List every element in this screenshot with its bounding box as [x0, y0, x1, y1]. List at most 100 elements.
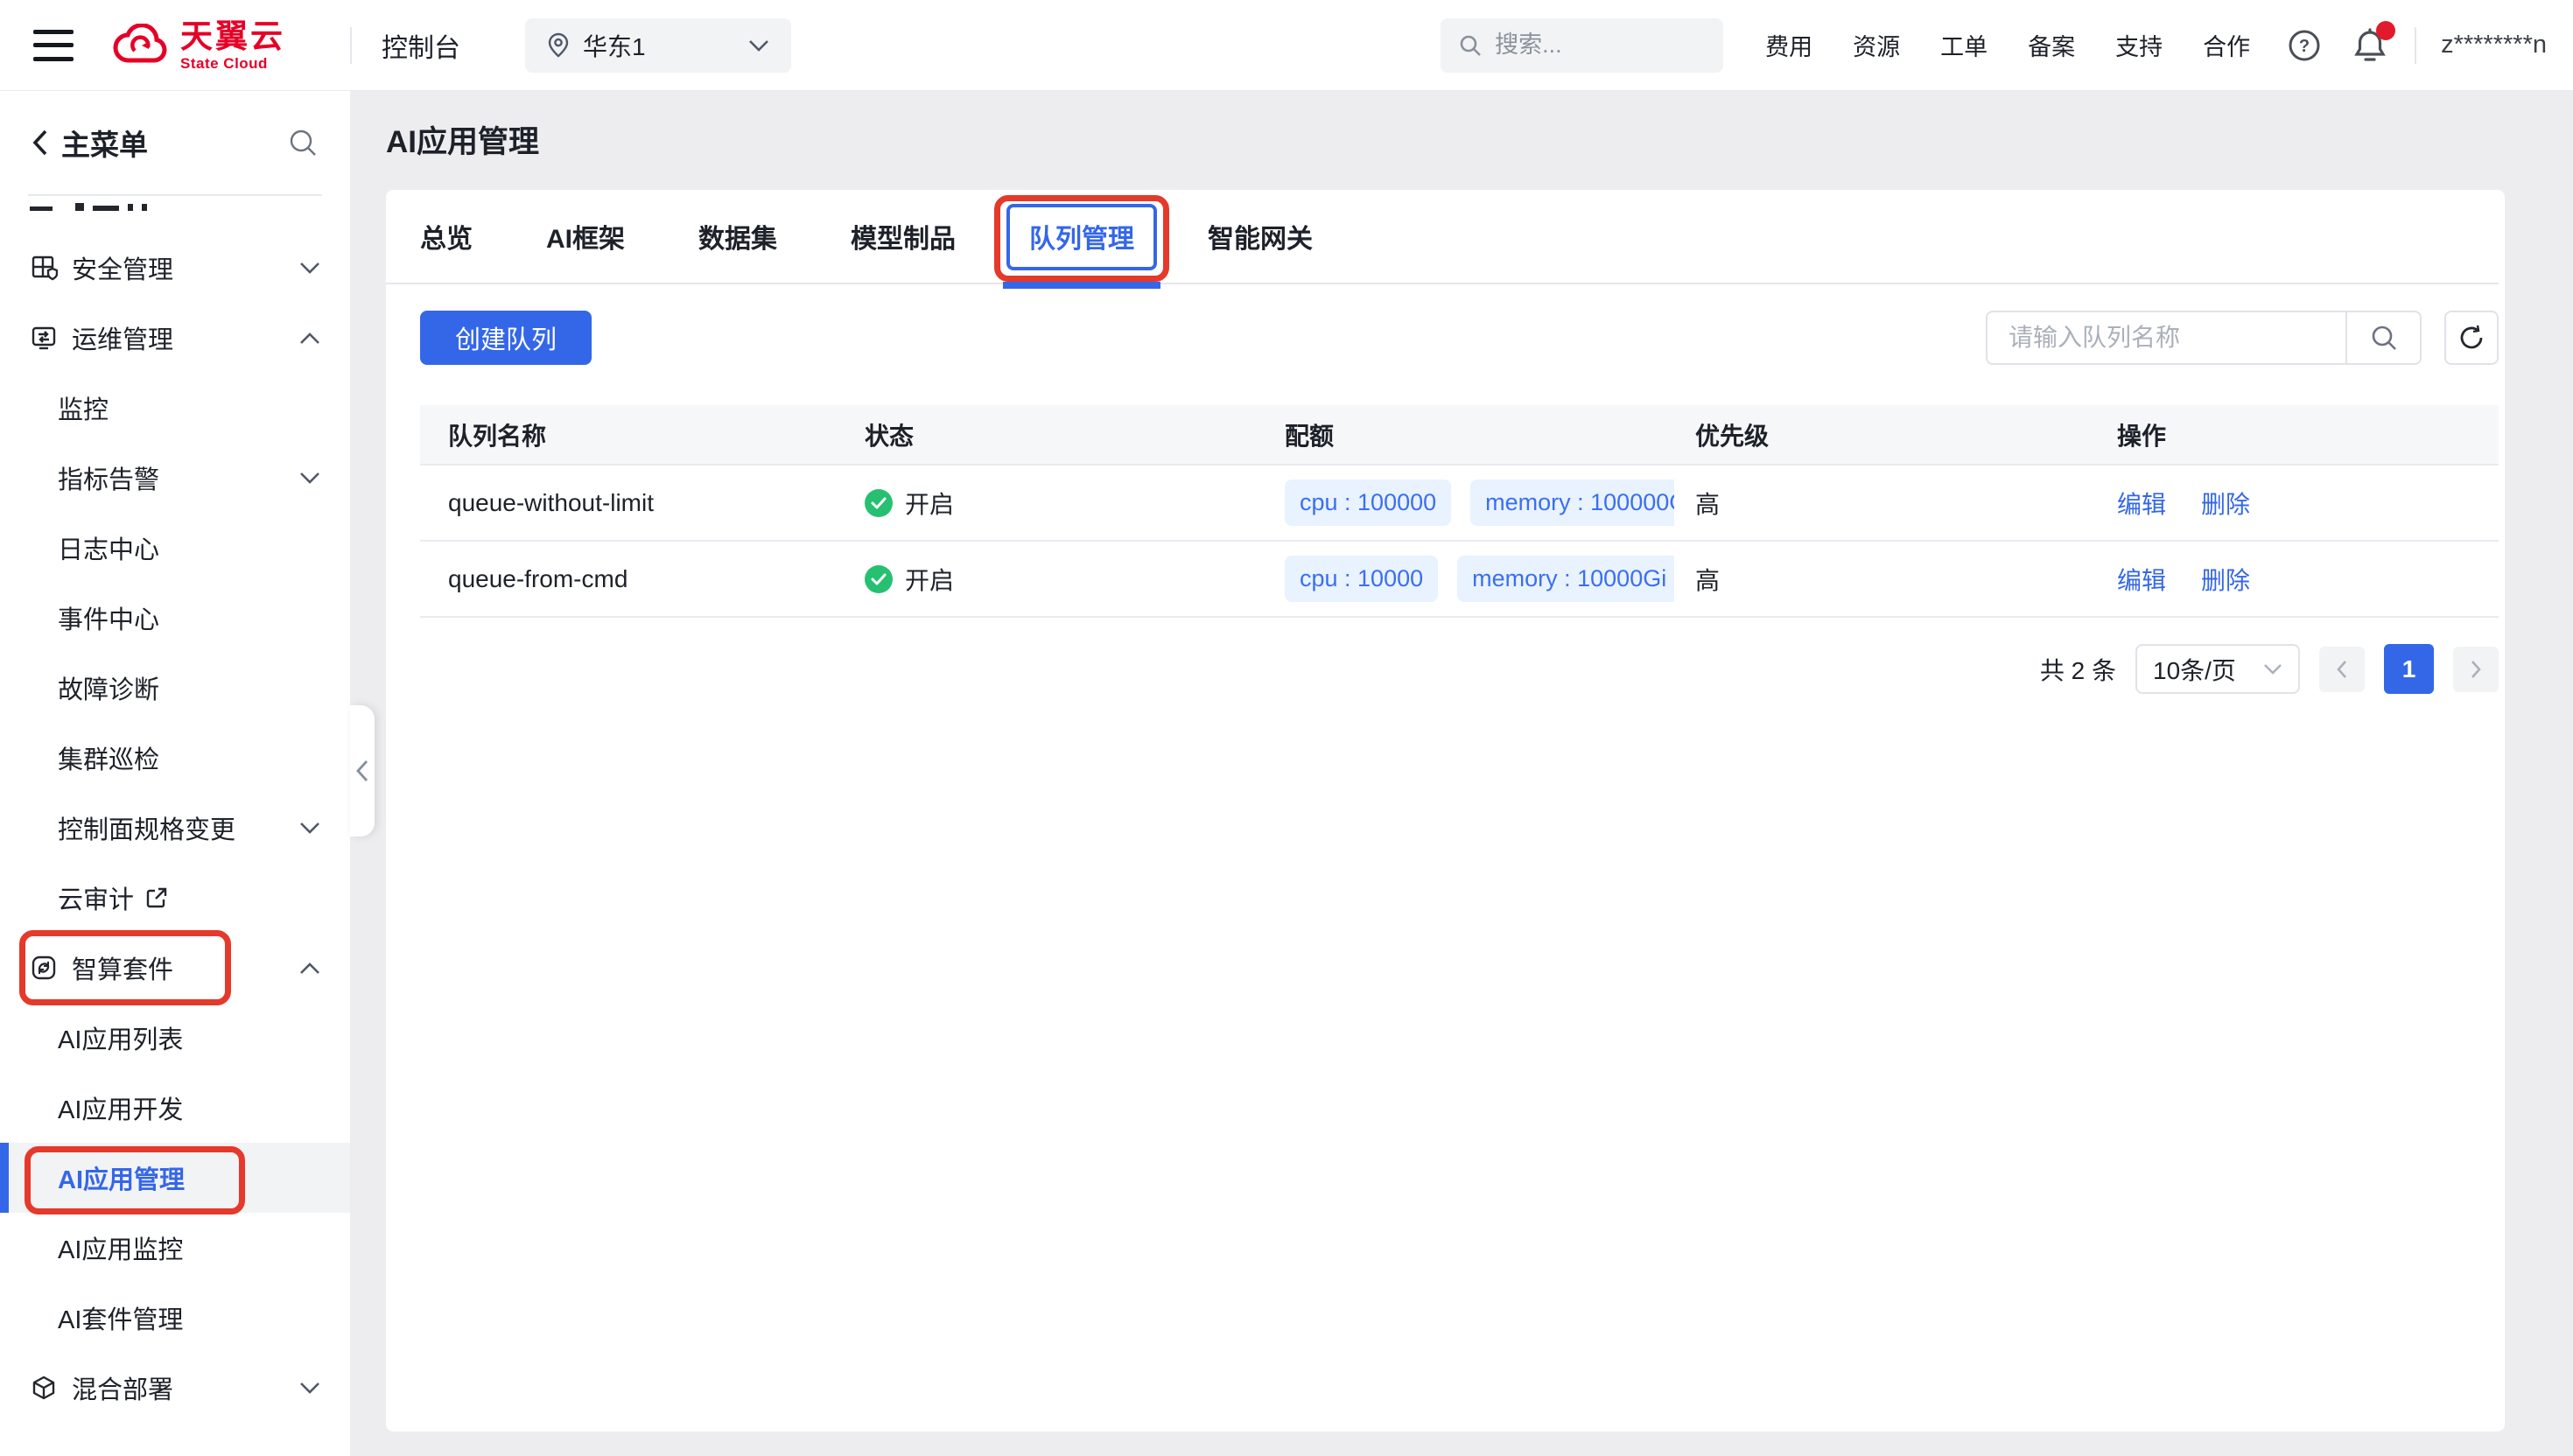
topbar-nav: 费用 资源 工单 备案 支持 合作 — [1765, 28, 2250, 62]
cube-icon — [30, 1374, 58, 1402]
help-icon[interactable]: ? — [2287, 28, 2322, 63]
sidebar-item-hybrid-deployment[interactable]: 混合部署 — [0, 1353, 350, 1423]
memory-quota-chip: memory : 10000Gi — [1457, 556, 1674, 602]
col-header-status: 状态 — [865, 417, 1285, 452]
refresh-button[interactable] — [2444, 311, 2499, 365]
delete-link[interactable]: 删除 — [2201, 562, 2250, 597]
console-link[interactable]: 控制台 — [382, 26, 460, 65]
tab-overview[interactable]: 总览 — [420, 190, 473, 283]
chevron-up-icon — [299, 962, 320, 975]
sidebar-item-metric-alerts[interactable]: 指标告警 — [0, 443, 350, 513]
queue-search-input[interactable] — [1988, 324, 2345, 352]
search-button[interactable] — [2345, 312, 2420, 363]
tab-smart-gateway[interactable]: 智能网关 — [1208, 190, 1313, 283]
location-pin-icon — [546, 32, 571, 59]
delete-link[interactable]: 删除 — [2201, 486, 2250, 521]
col-header-priority: 优先级 — [1695, 417, 2117, 452]
main-content: AI应用管理 总览 AI框架 数据集 模型制品 队列管理 智能网关 创建队列 — [350, 91, 2573, 1456]
chevron-down-icon — [2263, 663, 2282, 676]
status-text: 开启 — [905, 562, 954, 597]
sidebar-item-ai-app-mgmt[interactable]: AI应用管理 — [0, 1143, 350, 1213]
sidebar-item-ai-app-dev[interactable]: AI应用开发 — [0, 1073, 350, 1143]
brand-logo[interactable]: 天翼云 State Cloud — [110, 20, 285, 71]
status-text: 开启 — [905, 486, 954, 521]
queue-table: 队列名称 状态 配额 优先级 操作 queue-without-limit 开启 — [420, 405, 2499, 618]
divider — [350, 27, 352, 64]
prev-page-button[interactable] — [2319, 647, 2365, 692]
svg-text:?: ? — [2299, 37, 2310, 56]
sidebar-item-cluster-inspection[interactable]: 集群巡检 — [0, 723, 350, 793]
status-enabled-icon — [865, 489, 893, 517]
chevron-up-icon — [299, 332, 320, 345]
nav-filing[interactable]: 备案 — [2028, 28, 2075, 62]
sidebar-item-ai-app-monitor[interactable]: AI应用监控 — [0, 1213, 350, 1283]
sidebar-item-ai-suite-mgmt[interactable]: AI套件管理 — [0, 1283, 350, 1353]
tab-bar: 总览 AI框架 数据集 模型制品 队列管理 智能网关 — [386, 190, 2499, 284]
table-row: queue-without-limit 开启 cpu : 100000 mem — [420, 466, 2499, 542]
active-tab-underline — [1003, 282, 1160, 289]
notification-badge — [2376, 21, 2395, 40]
sidebar-item-control-plane-spec[interactable]: 控制面规格变更 — [0, 793, 350, 863]
sidebar-item-monitoring[interactable]: 监控 — [0, 373, 350, 443]
queue-name: queue-from-cmd — [420, 565, 865, 593]
cpu-quota-chip: cpu : 100000 — [1285, 480, 1451, 526]
search-icon — [1458, 33, 1483, 58]
col-header-quota: 配额 — [1285, 417, 1695, 452]
pagination: 共 2 条 10条/页 1 — [386, 644, 2499, 694]
total-count: 共 2 条 — [2040, 652, 2116, 687]
user-account[interactable]: z********n — [2441, 31, 2547, 60]
topbar: 天翼云 State Cloud 控制台 华东1 费用 资源 工单 备案 支持 合… — [0, 0, 2573, 91]
cpu-quota-chip: cpu : 10000 — [1285, 556, 1438, 602]
grid-shield-icon — [30, 254, 58, 282]
sidebar-item-event-center[interactable]: 事件中心 — [0, 583, 350, 653]
priority-value: 高 — [1695, 562, 2117, 597]
edit-link[interactable]: 编辑 — [2117, 562, 2166, 597]
next-page-button[interactable] — [2453, 647, 2499, 692]
tab-ai-framework[interactable]: AI框架 — [546, 190, 625, 283]
nav-resources[interactable]: 资源 — [1853, 28, 1900, 62]
col-header-actions: 操作 — [2117, 417, 2499, 452]
create-queue-button[interactable]: 创建队列 — [420, 311, 592, 365]
content-card: 总览 AI框架 数据集 模型制品 队列管理 智能网关 创建队列 — [386, 190, 2505, 1432]
sidebar-back-button[interactable]: 主菜单 — [32, 122, 148, 164]
tab-model-artifacts[interactable]: 模型制品 — [851, 190, 956, 283]
table-header: 队列名称 状态 配额 优先级 操作 — [420, 405, 2499, 466]
clipped-menu-item[interactable] — [0, 196, 350, 233]
page-size-select[interactable]: 10条/页 — [2135, 644, 2300, 694]
nav-support[interactable]: 支持 — [2115, 28, 2163, 62]
sidebar-item-cloud-audit[interactable]: 云审计 — [0, 863, 350, 933]
nav-cooperation[interactable]: 合作 — [2203, 28, 2250, 62]
nav-tickets[interactable]: 工单 — [1940, 28, 1988, 62]
memory-quota-chip: memory : 100000G — [1470, 480, 1674, 526]
chevron-down-icon — [299, 822, 320, 835]
tab-dataset[interactable]: 数据集 — [698, 190, 777, 283]
sidebar-item-fault-diagnosis[interactable]: 故障诊断 — [0, 653, 350, 723]
global-search-input[interactable] — [1495, 32, 1670, 59]
global-search[interactable] — [1441, 18, 1723, 73]
sidebar-item-log-center[interactable]: 日志中心 — [0, 513, 350, 583]
external-link-icon — [144, 886, 169, 910]
chevron-down-icon — [747, 38, 770, 52]
sidebar-collapse-handle[interactable] — [350, 705, 375, 836]
hamburger-menu-icon[interactable] — [33, 30, 74, 61]
current-page-button[interactable]: 1 — [2384, 644, 2434, 694]
sidebar-item-ai-compute-suite[interactable]: 智算套件 — [0, 933, 350, 1003]
notification-bell-icon[interactable] — [2352, 26, 2388, 65]
sidebar-item-ai-app-list[interactable]: AI应用列表 — [0, 1003, 350, 1073]
sidebar-title: 主菜单 — [61, 122, 148, 164]
cloud-logo-icon — [110, 24, 172, 67]
brand-subtitle: State Cloud — [180, 56, 285, 71]
edit-link[interactable]: 编辑 — [2117, 486, 2166, 521]
page-title: AI应用管理 — [386, 117, 2573, 162]
chevron-down-icon — [299, 472, 320, 485]
sidebar-item-ops-mgmt[interactable]: 运维管理 — [0, 303, 350, 373]
queue-toolbar: 创建队列 — [420, 311, 2499, 365]
table-row: queue-from-cmd 开启 cpu : 10000 memory : — [420, 542, 2499, 618]
nav-billing[interactable]: 费用 — [1765, 28, 1812, 62]
sidebar-search-icon[interactable] — [287, 127, 319, 158]
col-header-queue-name: 队列名称 — [420, 417, 865, 452]
tab-queue-management[interactable]: 队列管理 — [1029, 190, 1134, 283]
region-selector[interactable]: 华东1 — [525, 18, 791, 73]
sidebar-item-security-mgmt[interactable]: 安全管理 — [0, 233, 350, 303]
queue-search — [1986, 311, 2422, 365]
